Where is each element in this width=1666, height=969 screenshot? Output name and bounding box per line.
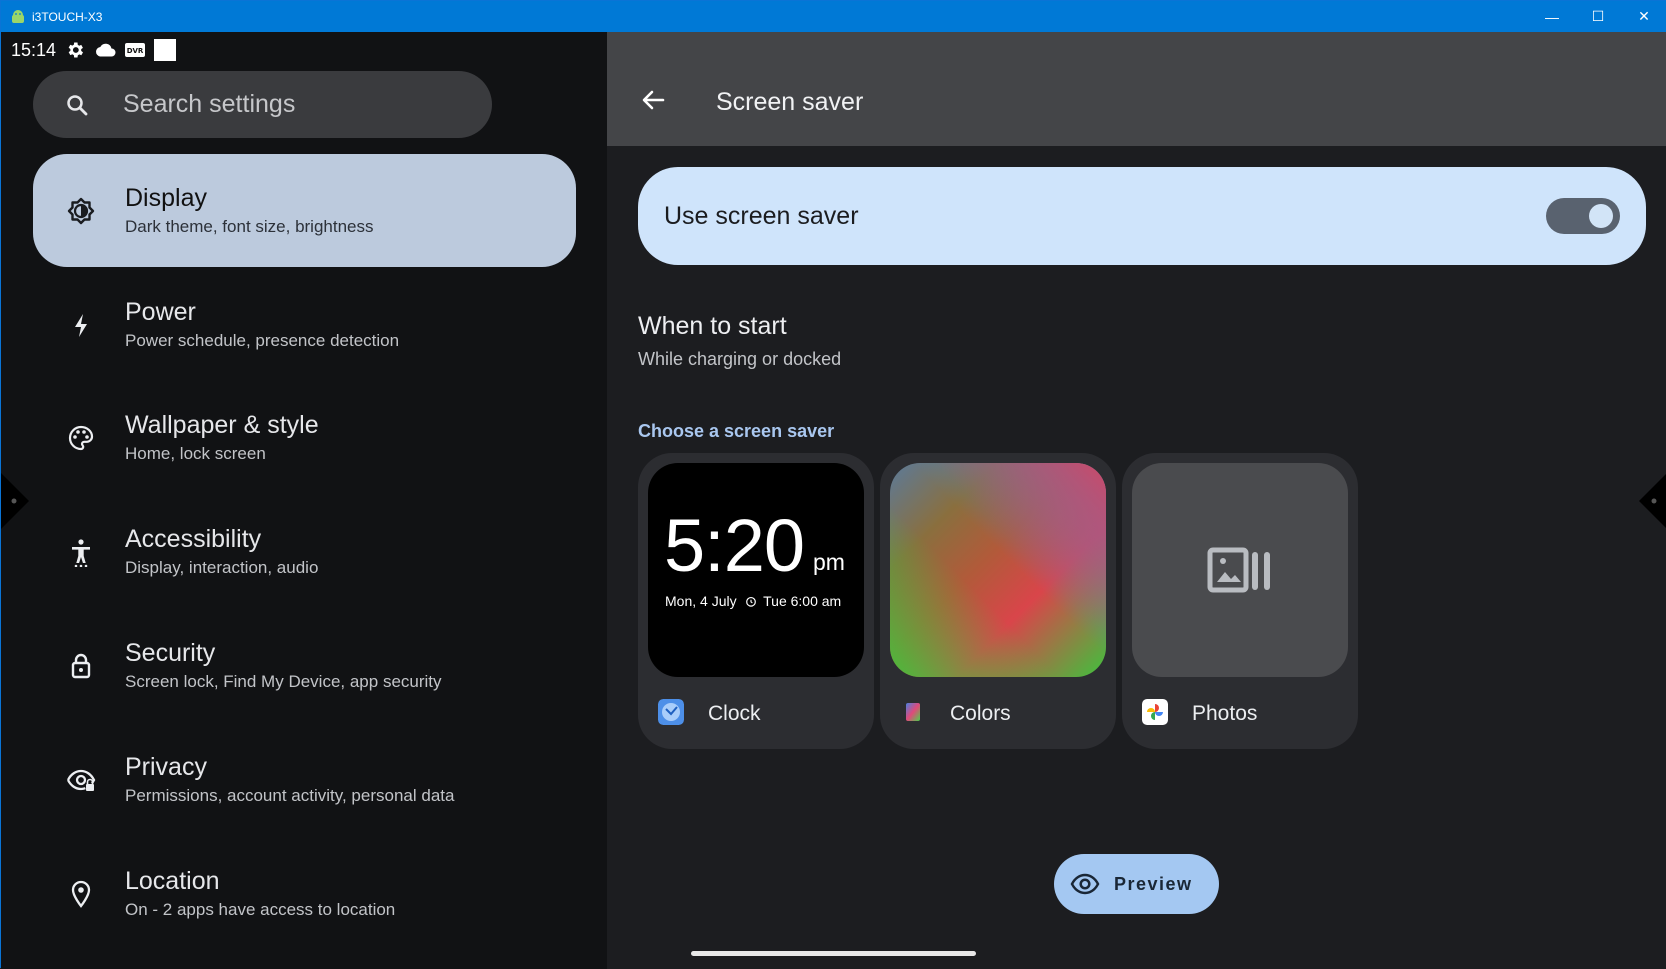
sidebar-item-security[interactable]: Security Screen lock, Find My Device, ap… <box>33 609 576 722</box>
search-settings-input[interactable]: Search settings <box>33 71 492 138</box>
square-icon <box>154 39 177 61</box>
back-arrow-icon[interactable] <box>639 86 667 114</box>
gear-icon <box>64 39 86 61</box>
sidebar-item-sublabel: Display, interaction, audio <box>125 558 319 577</box>
sidebar-item-label: Location <box>125 867 220 895</box>
sidebar-item-label: Security <box>125 639 216 667</box>
sidebar-item-sublabel: Dark theme, font size, brightness <box>125 217 374 236</box>
screen-saver-page: Screen saver Use screen saver When to st… <box>607 32 1666 969</box>
sidebar-item-location[interactable]: Location On - 2 apps have access to loca… <box>33 837 576 950</box>
sidebar-item-label: Wallpaper & style <box>125 411 319 439</box>
palette-icon <box>66 423 96 453</box>
sidebar-item-accessibility[interactable]: Accessibility Display, interaction, audi… <box>33 495 576 608</box>
window-title: i3TOUCH-X3 <box>32 9 103 24</box>
screen-saver-name: Colors <box>950 702 1011 725</box>
close-button[interactable]: ✕ <box>1621 1 1666 32</box>
when-to-start-row[interactable]: When to start While charging or docked <box>638 312 841 370</box>
left-edge-handle[interactable] <box>1 473 29 529</box>
sidebar-item-sublabel: Screen lock, Find My Device, app securit… <box>125 672 442 691</box>
screen-saver-name: Photos <box>1192 702 1258 725</box>
screen-saver-option-colors[interactable]: Colors <box>880 453 1116 749</box>
clock-app-icon <box>658 699 684 725</box>
clock-preview-date-line: Mon, 4 July Tue 6:00 am <box>665 593 841 609</box>
sidebar-item-label: Accessibility <box>125 525 262 553</box>
sidebar-item-privacy[interactable]: Privacy Permissions, account activity, p… <box>33 723 576 836</box>
choose-screen-saver-heading: Choose a screen saver <box>638 421 835 441</box>
clock-preview-ampm: pm <box>813 549 845 575</box>
status-bar: 15:14 DVR <box>11 37 177 63</box>
sidebar-item-label: Display <box>125 184 207 212</box>
eye-icon <box>1070 873 1100 895</box>
clock-preview-thumbnail: 5:20 pm Mon, 4 July Tue 6:00 am <box>648 463 864 677</box>
screen-saver-option-clock[interactable]: 5:20 pm Mon, 4 July Tue 6:00 am Clock <box>638 453 874 749</box>
sidebar-item-sublabel: Power schedule, presence detection <box>125 331 400 350</box>
sidebar-item-label: Privacy <box>125 753 207 781</box>
bolt-icon <box>66 310 96 340</box>
clock-preview-alarm: Tue 6:00 am <box>763 593 842 609</box>
privacy-eye-icon <box>66 765 96 795</box>
sidebar-item-sublabel: Home, lock screen <box>125 444 266 463</box>
app-bar: Screen saver <box>607 32 1666 146</box>
preview-button[interactable]: Preview <box>1054 854 1219 914</box>
maximize-button[interactable]: ☐ <box>1575 1 1621 32</box>
sidebar-item-display[interactable]: Display Dark theme, font size, brightnes… <box>33 154 576 267</box>
screen-saver-name: Clock <box>708 702 761 725</box>
preview-button-label: Preview <box>1114 873 1193 894</box>
status-time: 15:14 <box>11 39 57 60</box>
brightness-icon <box>66 196 96 226</box>
use-screen-saver-row[interactable]: Use screen saver <box>638 167 1646 265</box>
search-placeholder: Search settings <box>123 90 296 118</box>
search-icon <box>67 94 88 115</box>
window-titlebar: i3TOUCH-X3 — ☐ ✕ <box>1 1 1666 32</box>
sidebar-item-power[interactable]: Power Power schedule, presence detection <box>33 268 576 381</box>
alarm-icon <box>746 596 757 607</box>
settings-sidebar: 15:14 DVR Search settings Display Dark t… <box>1 32 607 969</box>
accessibility-icon <box>66 537 96 567</box>
photos-preview-thumbnail <box>1132 463 1348 677</box>
minimize-button[interactable]: — <box>1529 1 1575 32</box>
colors-preview-thumbnail <box>890 463 1106 677</box>
right-edge-handle[interactable] <box>1639 473 1666 529</box>
image-gallery-icon <box>1207 547 1270 593</box>
svg-text:DVR: DVR <box>127 47 144 55</box>
sidebar-item-wallpaper[interactable]: Wallpaper & style Home, lock screen <box>33 381 576 494</box>
switch-knob <box>1589 204 1613 228</box>
colors-app-icon <box>906 703 920 721</box>
lock-icon <box>66 651 96 681</box>
android-app-icon <box>10 9 26 25</box>
sidebar-item-label: Power <box>125 298 196 326</box>
clock-preview-date: Mon, 4 July <box>665 593 737 609</box>
sidebar-item-sublabel: Permissions, account activity, personal … <box>125 786 455 805</box>
gesture-home-bar[interactable] <box>691 951 976 956</box>
android-screen: 15:14 DVR Search settings Display Dark t… <box>1 32 1666 969</box>
use-screen-saver-switch[interactable] <box>1546 198 1620 234</box>
screen-saver-option-photos[interactable]: Photos <box>1122 453 1358 749</box>
photos-app-icon <box>1142 699 1168 725</box>
when-to-start-value: While charging or docked <box>638 349 842 369</box>
clock-preview-time: 5:20 <box>664 504 805 587</box>
emulator-window: i3TOUCH-X3 — ☐ ✕ 15:14 DVR Search settin… <box>0 0 1666 969</box>
cloud-icon <box>94 39 116 61</box>
use-screen-saver-label: Use screen saver <box>664 201 859 230</box>
page-title: Screen saver <box>716 88 864 116</box>
sidebar-item-sublabel: On - 2 apps have access to location <box>125 900 396 919</box>
when-to-start-title: When to start <box>638 312 787 340</box>
location-pin-icon <box>66 879 96 909</box>
dvr-icon: DVR <box>124 39 146 61</box>
